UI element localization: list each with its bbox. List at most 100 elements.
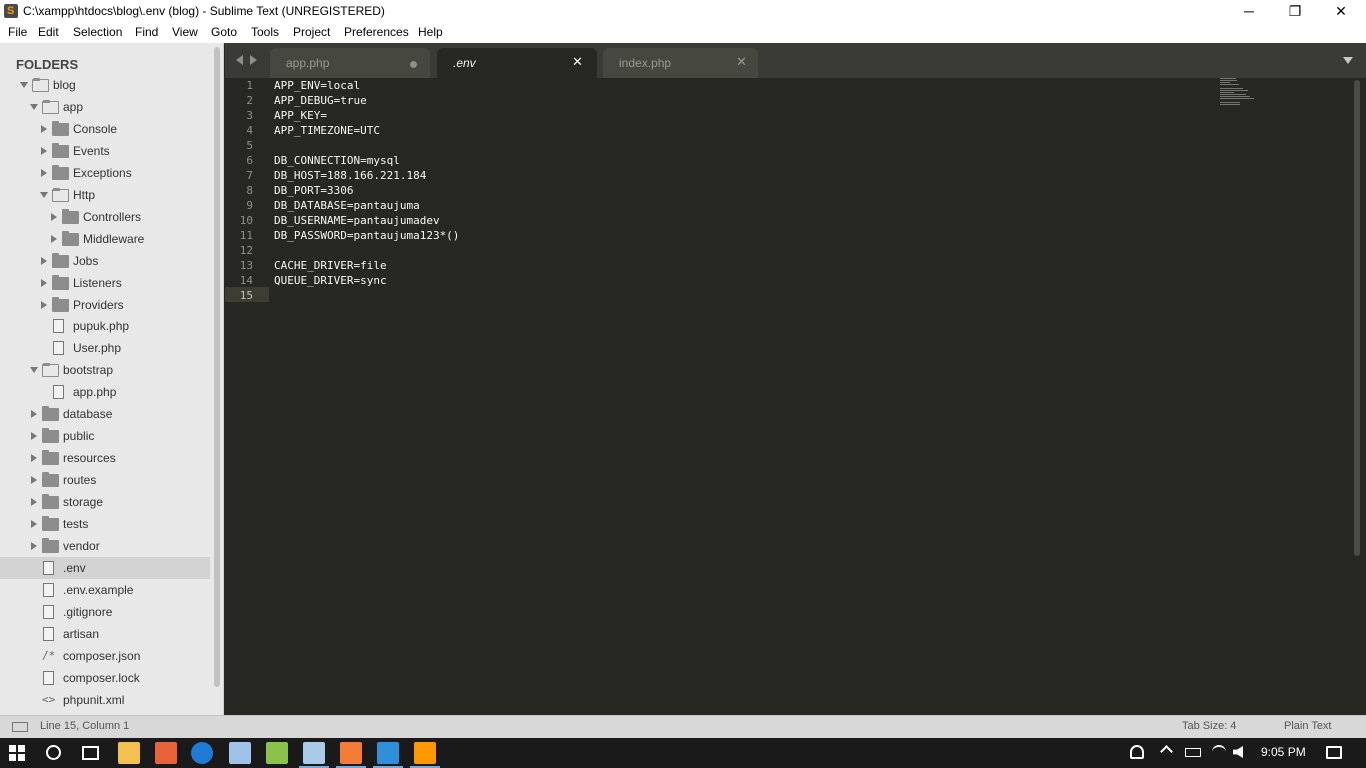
file-explorer-icon[interactable]: [118, 742, 140, 764]
sublime-text-icon[interactable]: [410, 742, 440, 768]
disclosure-closed-icon[interactable]: [51, 213, 57, 221]
tree-file-row[interactable]: .env: [0, 557, 210, 579]
menu-preferences[interactable]: Preferences: [344, 25, 409, 39]
menu-find[interactable]: Find: [135, 25, 158, 39]
volume-icon[interactable]: [1233, 746, 1243, 758]
tab-app-php[interactable]: app.php: [270, 48, 430, 78]
disclosure-closed-icon[interactable]: [41, 301, 47, 309]
tab-size-selector[interactable]: Tab Size: 4: [1182, 720, 1236, 732]
menu-tools[interactable]: Tools: [251, 25, 279, 39]
code-line[interactable]: 6 DB_CONNECTION=mysql: [225, 153, 1225, 168]
tree-folder-row[interactable]: Console: [0, 118, 210, 140]
disclosure-closed-icon[interactable]: [31, 520, 37, 528]
tree-file-row[interactable]: app.php: [0, 381, 210, 403]
code-line[interactable]: 5: [225, 138, 1225, 153]
disclosure-closed-icon[interactable]: [31, 542, 37, 550]
tree-folder-row[interactable]: Jobs: [0, 250, 210, 272]
sidebar-scrollbar[interactable]: [214, 47, 220, 687]
code-line[interactable]: 12: [225, 243, 1225, 258]
tree-file-row[interactable]: /* composer.json: [0, 645, 210, 667]
editor[interactable]: 1 APP_ENV=local 2 APP_DEBUG=true 3 APP_KEY= 4 A…: [225, 78, 1366, 715]
code-line[interactable]: 13 CACHE_DRIVER=file: [225, 258, 1225, 273]
tree-file-row[interactable]: .gitignore: [0, 601, 210, 623]
tree-folder-row[interactable]: Exceptions: [0, 162, 210, 184]
disclosure-closed-icon[interactable]: [41, 279, 47, 287]
tab-close-icon[interactable]: ✕: [572, 54, 583, 70]
disclosure-closed-icon[interactable]: [51, 235, 57, 243]
tab-scroll-right-icon[interactable]: [250, 55, 257, 65]
code-line[interactable]: 3 APP_KEY=: [225, 108, 1225, 123]
menu-selection[interactable]: Selection: [73, 25, 122, 39]
tree-file-row[interactable]: User.php: [0, 337, 210, 359]
menu-goto[interactable]: Goto: [211, 25, 237, 39]
tree-folder-row[interactable]: Providers: [0, 294, 210, 316]
tree-file-row[interactable]: <> phpunit.xml: [0, 689, 210, 711]
code-line[interactable]: 11 DB_PASSWORD=pantaujuma123*(): [225, 228, 1225, 243]
disclosure-closed-icon[interactable]: [31, 432, 37, 440]
xampp-icon[interactable]: [336, 742, 366, 768]
tree-folder-row[interactable]: blog: [0, 74, 210, 96]
chevron-up-icon[interactable]: [1160, 745, 1173, 758]
panel-toggle-icon[interactable]: [12, 722, 28, 732]
unsaved-dot-icon[interactable]: [410, 61, 417, 68]
minimap[interactable]: [1220, 78, 1260, 108]
code-line[interactable]: 10 DB_USERNAME=pantaujumadev: [225, 213, 1225, 228]
code-line[interactable]: 7 DB_HOST=188.166.221.184: [225, 168, 1225, 183]
tree-folder-row[interactable]: vendor: [0, 535, 210, 557]
tree-folder-row[interactable]: storage: [0, 491, 210, 513]
virtualbox-icon[interactable]: [229, 742, 251, 764]
code-line[interactable]: 9 DB_DATABASE=pantaujuma: [225, 198, 1225, 213]
tree-folder-row[interactable]: tests: [0, 513, 210, 535]
close-button[interactable]: ✕: [1318, 0, 1364, 22]
tree-folder-row[interactable]: Http: [0, 184, 210, 206]
tree-folder-row[interactable]: Listeners: [0, 272, 210, 294]
tree-folder-row[interactable]: routes: [0, 469, 210, 491]
disclosure-closed-icon[interactable]: [41, 169, 47, 177]
tab-list-dropdown-icon[interactable]: [1343, 57, 1353, 64]
onedrive-icon[interactable]: [373, 742, 403, 768]
disclosure-closed-icon[interactable]: [31, 410, 37, 418]
menu-view[interactable]: View: [172, 25, 198, 39]
menu-help[interactable]: Help: [418, 25, 443, 39]
menu-project[interactable]: Project: [293, 25, 330, 39]
tree-folder-row[interactable]: database: [0, 403, 210, 425]
disclosure-open-icon[interactable]: [30, 367, 38, 373]
menu-file[interactable]: File: [8, 25, 27, 39]
tree-file-row[interactable]: .env.example: [0, 579, 210, 601]
clock[interactable]: 9:05 PM: [1261, 745, 1306, 759]
action-center-icon[interactable]: [1326, 746, 1342, 759]
disclosure-open-icon[interactable]: [20, 82, 28, 88]
wifi-icon[interactable]: [1212, 745, 1226, 759]
tree-folder-row[interactable]: Middleware: [0, 228, 210, 250]
tree-folder-row[interactable]: resources: [0, 447, 210, 469]
android-studio-icon[interactable]: [266, 742, 288, 764]
tab-close-icon[interactable]: ✕: [736, 54, 747, 70]
tab-scroll-left-icon[interactable]: [236, 55, 243, 65]
tree-folder-row[interactable]: Events: [0, 140, 210, 162]
menu-edit[interactable]: Edit: [38, 25, 59, 39]
tab-index-php[interactable]: index.php ✕: [603, 48, 758, 78]
disclosure-closed-icon[interactable]: [31, 454, 37, 462]
code-line[interactable]: 1 APP_ENV=local: [225, 78, 1225, 93]
start-button[interactable]: [9, 745, 26, 762]
code-line[interactable]: 15: [225, 288, 1225, 303]
edge-icon[interactable]: [191, 742, 213, 764]
syntax-selector[interactable]: Plain Text: [1284, 720, 1332, 732]
search-icon[interactable]: [46, 745, 61, 760]
editor-scrollbar[interactable]: [1354, 80, 1360, 556]
tree-file-row[interactable]: artisan: [0, 623, 210, 645]
minimize-button[interactable]: ─: [1226, 0, 1272, 22]
disclosure-closed-icon[interactable]: [41, 147, 47, 155]
tree-folder-row[interactable]: app: [0, 96, 210, 118]
sublime-icon[interactable]: [155, 742, 177, 764]
tab-env[interactable]: .env ✕: [437, 48, 597, 78]
tree-folder-row[interactable]: Controllers: [0, 206, 210, 228]
disclosure-open-icon[interactable]: [30, 104, 38, 110]
tree-file-row[interactable]: composer.lock: [0, 667, 210, 689]
code-line[interactable]: 4 APP_TIMEZONE=UTC: [225, 123, 1225, 138]
people-icon[interactable]: [1130, 745, 1144, 759]
code-line[interactable]: 8 DB_PORT=3306: [225, 183, 1225, 198]
battery-icon[interactable]: [1185, 748, 1201, 757]
tree-folder-row[interactable]: bootstrap: [0, 359, 210, 381]
maximize-button[interactable]: ❐: [1272, 0, 1318, 22]
